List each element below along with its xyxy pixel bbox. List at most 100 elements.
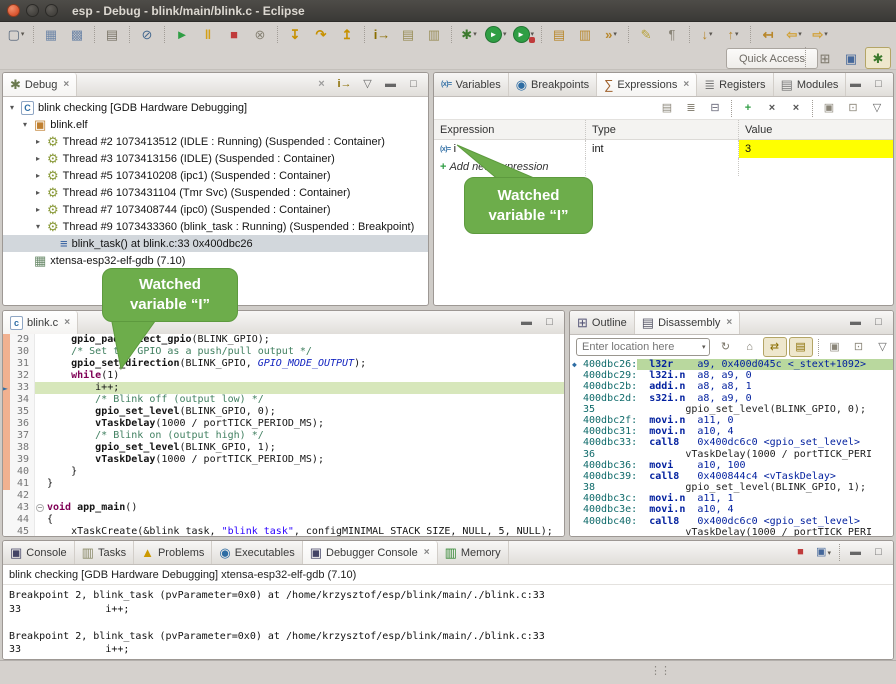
debug-tree-item[interactable]: ▦xtensa-esp32-elf-gdb (7.10) xyxy=(3,252,428,269)
pin-view-button[interactable]: ⊡ xyxy=(842,99,864,117)
debug-tree-item[interactable]: ≡blink_task() at blink.c:33 0x400dbc26 xyxy=(3,235,428,252)
editor-code-line[interactable]: 31 gpio_set_direction(BLINK_GPIO, GPIO_M… xyxy=(3,358,564,370)
debug-tree-item[interactable]: ▸⚙Thread #2 1073413512 (IDLE : Running) … xyxy=(3,133,428,150)
instruction-stepping-toggle[interactable]: i→ xyxy=(334,76,355,93)
fold-collapse-icon[interactable]: − xyxy=(36,504,44,512)
collapsed-arrow-icon[interactable]: ▸ xyxy=(33,154,43,163)
show-type-names-button[interactable]: ▤ xyxy=(656,99,678,117)
save-button[interactable]: ▦ xyxy=(39,24,63,44)
collapsed-arrow-icon[interactable]: ▸ xyxy=(33,188,43,197)
editor-code-line[interactable]: 45 xTaskCreate(&blink_task, "blink_task"… xyxy=(3,526,564,536)
tab-variables[interactable]: (x)=Variables xyxy=(434,73,509,96)
whitespace-button[interactable]: ¶ xyxy=(660,24,684,44)
breakpoint-types-button[interactable]: ▥ xyxy=(422,24,446,44)
maximize-button[interactable] xyxy=(45,4,58,17)
maximize-button[interactable]: □ xyxy=(868,314,889,331)
tab-executables[interactable]: ◉Executables xyxy=(212,541,302,564)
disassembly-line[interactable]: vTaskDelay(1000 / portTICK_PERI xyxy=(570,527,893,536)
editor-code-line[interactable]: 37 /* Blink on (output high) */ xyxy=(3,430,564,442)
new-wizard-button[interactable]: ▢▾ xyxy=(4,24,28,44)
last-edit-location-button[interactable]: ↤ xyxy=(756,24,780,44)
run-button[interactable]: ►▾ xyxy=(483,24,509,44)
column-header-value[interactable]: Value xyxy=(739,120,893,139)
remove-all-expressions-button[interactable]: × xyxy=(785,99,807,117)
disassembly-line[interactable]: 400dbc2d: s32i.n a8, a9, 0 xyxy=(570,393,893,404)
disassembly-line[interactable]: 400dbc40: call8 0x400dc6c0 <gpio_set_lev… xyxy=(570,516,893,527)
disassembly-line[interactable]: 400dbc36: movi a10, 100 xyxy=(570,460,893,471)
close-icon[interactable]: × xyxy=(424,547,430,558)
maximize-button[interactable]: □ xyxy=(539,314,560,331)
editor-code-line[interactable]: 44{ xyxy=(3,514,564,526)
collapsed-arrow-icon[interactable]: ▸ xyxy=(33,205,43,214)
open-project-button[interactable]: ▥ xyxy=(573,24,597,44)
editor-code-line[interactable]: 32 while(1) xyxy=(3,370,564,382)
minimize-button[interactable]: ▬ xyxy=(845,544,866,561)
disassembly-line[interactable]: 400dbc29: l32i.n a8, a9, 0 xyxy=(570,370,893,381)
tab-blink-c[interactable]: c blink.c × xyxy=(3,311,78,334)
back-button[interactable]: ⇦▾ xyxy=(782,24,806,44)
editor-code-line[interactable]: 34 /* Blink off (output low) */ xyxy=(3,394,564,406)
editor-code-line[interactable]: 36 vTaskDelay(1000 / portTICK_PERIOD_MS)… xyxy=(3,418,564,430)
remove-expression-button[interactable]: × xyxy=(761,99,783,117)
disassembly-line[interactable]: 400dbc39: call8 0x400844c4 <vTaskDelay> xyxy=(570,471,893,482)
show-logical-structure-button[interactable]: ≣ xyxy=(680,99,702,117)
maximize-button[interactable]: □ xyxy=(403,76,424,93)
debug-tree-item[interactable]: ▾▣blink.elf xyxy=(3,116,428,133)
editor-code-line[interactable]: 38 gpio_set_level(BLINK_GPIO, 1); xyxy=(3,442,564,454)
disassembly-line[interactable]: 400dbc33: call8 0x400dc6c0 <gpio_set_lev… xyxy=(570,437,893,448)
editor-code-line[interactable]: 33► i++; xyxy=(3,382,564,394)
expanded-arrow-icon[interactable]: ▾ xyxy=(20,120,30,129)
launch-config-button[interactable]: »▾ xyxy=(599,24,623,44)
skip-breakpoints-button[interactable]: ⊘ xyxy=(135,24,159,44)
view-menu-button[interactable]: ▽ xyxy=(357,76,378,93)
console-content[interactable]: Breakpoint 2, blink_task (pvParameter=0x… xyxy=(3,585,893,660)
add-expression-button[interactable]: + xyxy=(737,99,759,117)
column-header-type[interactable]: Type xyxy=(586,120,739,139)
editor-code-line[interactable]: 39 vTaskDelay(1000 / portTICK_PERIOD_MS)… xyxy=(3,454,564,466)
column-header-expression[interactable]: Expression xyxy=(434,120,586,139)
pin-view-button[interactable]: ⊡ xyxy=(848,338,870,356)
view-menu-button[interactable]: ▽ xyxy=(872,338,894,356)
maximize-button[interactable]: □ xyxy=(868,544,889,561)
editor-code-line[interactable]: 43−void app_main() xyxy=(3,502,564,514)
disassembly-line[interactable]: 35 gpio_set_level(BLINK_GPIO, 0); xyxy=(570,404,893,415)
location-input[interactable] xyxy=(580,340,702,354)
disassembly-line[interactable]: 400dbc3c: movi.n a11, 1 xyxy=(570,493,893,504)
home-button[interactable]: ⌂ xyxy=(739,338,761,356)
drag-handle[interactable]: ⋮⋮ xyxy=(650,664,670,677)
close-icon[interactable]: × xyxy=(63,79,69,90)
tab-breakpoints[interactable]: ◉Breakpoints xyxy=(509,73,597,96)
collapsed-arrow-icon[interactable]: ▸ xyxy=(33,137,43,146)
step-over-button[interactable]: ↷ xyxy=(309,24,333,44)
refresh-button[interactable]: ↻ xyxy=(715,338,737,356)
disassembly-line[interactable]: 36 vTaskDelay(1000 / portTICK_PERI xyxy=(570,449,893,460)
minimize-button[interactable]: ▬ xyxy=(516,314,537,331)
terminate-button[interactable]: ■ xyxy=(222,24,246,44)
close-icon[interactable]: × xyxy=(64,317,70,328)
minimize-button[interactable] xyxy=(26,4,39,17)
debug-tree-item[interactable]: ▾⚙Thread #9 1073433360 (blink_task : Run… xyxy=(3,218,428,235)
save-all-button[interactable]: ▩ xyxy=(65,24,89,44)
editor-content[interactable]: 29 gpio_pad_select_gpio(BLINK_GPIO);30 /… xyxy=(3,334,564,536)
expanded-arrow-icon[interactable]: ▾ xyxy=(7,103,17,112)
tab-modules[interactable]: ▤Modules xyxy=(774,73,847,96)
mark-occurrences-button[interactable]: ✎ xyxy=(634,24,658,44)
close-icon[interactable]: × xyxy=(726,317,732,328)
sync-toggle[interactable]: ⇄ xyxy=(763,337,787,357)
tab-disassembly[interactable]: ▤Disassembly× xyxy=(635,311,741,334)
maximize-button[interactable]: □ xyxy=(868,76,889,93)
display-console-button[interactable]: ▣▾ xyxy=(813,544,834,561)
new-view-button[interactable]: ▣ xyxy=(818,99,840,117)
minimize-button[interactable]: ▬ xyxy=(380,76,401,93)
close-button[interactable] xyxy=(7,4,20,17)
forward-button[interactable]: ⇨▾ xyxy=(808,24,832,44)
minimize-button[interactable]: ▬ xyxy=(845,76,866,93)
tab-expressions[interactable]: ∑Expressions× xyxy=(597,73,697,96)
editor-code-line[interactable]: 29 gpio_pad_select_gpio(BLINK_GPIO); xyxy=(3,334,564,346)
open-perspective-button[interactable]: ⊞ xyxy=(813,48,837,68)
debug-button[interactable]: ✱▾ xyxy=(457,24,481,44)
step-into-button[interactable]: ↧ xyxy=(283,24,307,44)
editor-code-line[interactable]: 30 /* Set the GPIO as a push/pull output… xyxy=(3,346,564,358)
disassembly-line[interactable]: 400dbc2f: movi.n a11, 0 xyxy=(570,415,893,426)
collapse-all-button[interactable]: ⊟ xyxy=(704,99,726,117)
